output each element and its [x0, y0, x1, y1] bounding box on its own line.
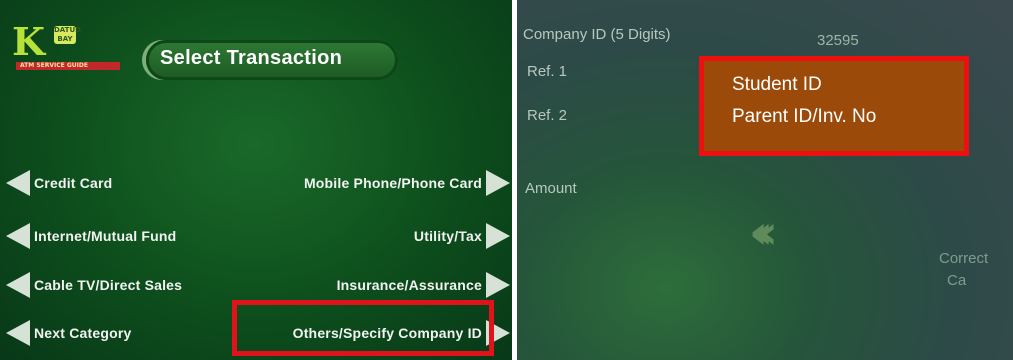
option-label: Internet/Mutual Fund [34, 228, 177, 244]
ref-annotation-box: Student ID Parent ID/Inv. No [699, 56, 969, 156]
utility-tax-button[interactable]: Utility/Tax [414, 219, 510, 253]
arrow-right-icon [486, 170, 510, 196]
title-banner: Select Transaction [146, 40, 398, 80]
arrow-left-icon [6, 170, 30, 196]
option-label: Credit Card [34, 175, 113, 191]
logo-strip: ATM SERVICE GUIDE [16, 62, 120, 70]
option-label: Mobile Phone/Phone Card [303, 175, 482, 191]
company-id-value: 32595 [817, 32, 859, 49]
option-row-2: Internet/Mutual Fund Utility/Tax [0, 219, 512, 253]
option-row-3: Cable TV/Direct Sales Insurance/Assuranc… [0, 268, 512, 302]
arrow-right-icon [486, 272, 510, 298]
option-label: Next Category [34, 325, 132, 341]
option-label: Cable TV/Direct Sales [34, 277, 183, 293]
arrow-left-icon [6, 320, 30, 346]
bank-logo: K DATUD BAY ATM SERVICE GUIDE [10, 20, 120, 72]
amount-label: Amount [525, 180, 577, 197]
option-row-1: Credit Card Mobile Phone/Phone Card [0, 166, 512, 200]
logo-badge: DATUD BAY [54, 26, 81, 44]
ref1-label: Ref. 1 [527, 63, 568, 80]
credit-card-button[interactable]: Credit Card [6, 166, 112, 200]
next-category-button[interactable]: Next Category [6, 316, 132, 350]
internet-mutual-fund-button[interactable]: Internet/Mutual Fund [6, 219, 176, 253]
atm-transaction-screen: K DATUD BAY ATM SERVICE GUIDE Select Tra… [0, 0, 512, 360]
option-label: Insurance/Assurance [336, 277, 482, 293]
mobile-phone-card-button[interactable]: Mobile Phone/Phone Card [304, 166, 510, 200]
page-title: Select Transaction [160, 47, 343, 69]
cancel-button[interactable]: Ca [947, 272, 966, 289]
annotation-parent-id: Parent ID/Inv. No [732, 106, 877, 127]
arrow-left-icon [6, 272, 30, 298]
logo-mark: K [12, 19, 46, 64]
chevrons-left-icon: ‹‹‹ [749, 205, 778, 259]
arrow-left-icon [6, 223, 30, 249]
annotation-student-id: Student ID [732, 74, 822, 95]
logo-strip-text: ATM SERVICE GUIDE [20, 62, 88, 69]
cable-tv-direct-sales-button[interactable]: Cable TV/Direct Sales [6, 268, 182, 302]
company-id-label: Company ID (5 Digits) [523, 26, 671, 43]
insurance-assurance-button[interactable]: Insurance/Assurance [337, 268, 510, 302]
atm-payment-entry-screen: Company ID (5 Digits) 32595 Ref. 1 Ref. … [517, 0, 1013, 360]
ref2-label: Ref. 2 [527, 107, 568, 124]
correct-button[interactable]: Correct [939, 250, 988, 267]
highlight-box [232, 300, 494, 356]
option-label: Utility/Tax [413, 228, 482, 244]
arrow-right-icon [486, 223, 510, 249]
